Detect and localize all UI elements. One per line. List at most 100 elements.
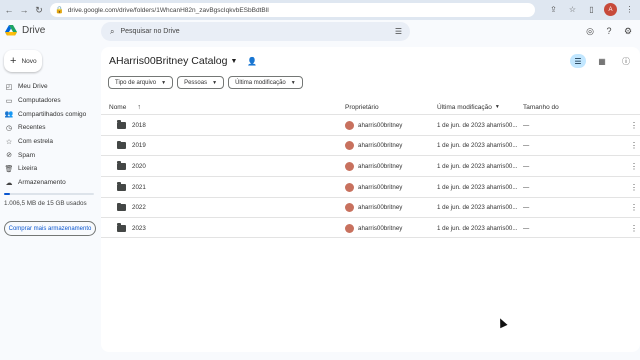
owner-cell: aharris00britney xyxy=(345,177,402,197)
size-cell: — xyxy=(523,162,530,170)
size-cell: — xyxy=(523,142,530,150)
folder-name: 2023 xyxy=(132,224,146,232)
folder-name: 2018 xyxy=(132,121,146,129)
cloud-icon: ☁ xyxy=(5,179,13,187)
column-header-label: Última modificação xyxy=(437,103,492,111)
folder-name: 2019 xyxy=(132,142,146,150)
filter-chip-modified[interactable]: Última modificação ▼ xyxy=(228,76,303,89)
profile-avatar-icon[interactable]: A xyxy=(604,3,617,16)
storage-progress-bar xyxy=(4,193,94,195)
column-header-modified[interactable]: Última modificação ▼ xyxy=(437,100,500,114)
share-folder-icon[interactable]: 👤 xyxy=(247,57,257,66)
column-header-label: Nome xyxy=(109,103,127,111)
sidebar-item-shared[interactable]: 👥 Compartilhados comigo xyxy=(4,107,100,121)
modified-cell: 1 de jun. de 2023 aharris00... xyxy=(437,162,518,170)
forward-icon[interactable]: → xyxy=(18,4,30,16)
owner-cell: aharris00britney xyxy=(345,218,402,238)
folder-title: AHarris00Britney Catalog xyxy=(109,55,228,67)
sidebar-panel-icon[interactable]: ▯ xyxy=(585,3,598,16)
drive-logo-icon xyxy=(5,25,17,36)
table-row[interactable]: 2019 aharris00britney 1 de jun. de 2023 … xyxy=(101,134,640,156)
owner-avatar xyxy=(345,203,354,213)
new-button[interactable]: + Novo xyxy=(4,50,42,72)
table-row[interactable]: 2023 aharris00britney 1 de jun. de 2023 … xyxy=(101,217,640,239)
sort-arrow-up-icon[interactable]: ↑ xyxy=(137,104,141,111)
owner-cell: aharris00britney xyxy=(345,198,402,218)
size-cell: — xyxy=(523,183,530,191)
back-icon[interactable]: ← xyxy=(3,4,15,16)
sidebar-item-starred[interactable]: ☆ Com estrela xyxy=(4,135,100,149)
table-row[interactable]: 2022 aharris00britney 1 de jun. de 2023 … xyxy=(101,196,640,218)
owner-name: aharris00britney xyxy=(358,183,403,191)
folder-icon xyxy=(117,115,126,135)
table-row[interactable]: 2020 aharris00britney 1 de jun. de 2023 … xyxy=(101,155,640,176)
app-top-actions: ◎ ? ⚙ xyxy=(584,25,634,37)
owner-name: aharris00britney xyxy=(358,121,403,129)
table-header: Nome ↑ Proprietário Última modificação ▼… xyxy=(101,100,640,114)
browser-menu-icon[interactable]: ⋮ xyxy=(623,3,636,16)
spam-icon: ⊘ xyxy=(6,152,12,160)
owner-avatar xyxy=(345,182,354,192)
more-actions-icon[interactable]: ⋮ xyxy=(630,115,638,135)
table-row[interactable]: 2021 aharris00britney 1 de jun. de 2023 … xyxy=(101,176,640,197)
shared-icon: 👥 xyxy=(4,111,14,119)
table-row[interactable]: 2018 aharris00britney 1 de jun. de 2023 … xyxy=(101,114,640,135)
more-actions-icon[interactable]: ⋮ xyxy=(630,136,638,156)
reload-icon[interactable]: ↻ xyxy=(33,4,45,16)
settings-gear-icon[interactable]: ⚙ xyxy=(622,25,634,37)
sidebar-item-my-drive[interactable]: ◰ Meu Drive xyxy=(4,80,100,94)
column-header-name[interactable]: Nome ↑ xyxy=(109,100,141,114)
modified-cell: 1 de jun. de 2023 aharris00... xyxy=(437,204,518,212)
sidebar-item-label: Com estrela xyxy=(18,138,54,146)
more-actions-icon[interactable]: ⋮ xyxy=(630,218,638,238)
search-box[interactable]: ⌕ Pesquisar no Drive ☰ xyxy=(101,22,410,41)
sidebar-item-storage[interactable]: ☁ Armazenamento xyxy=(4,176,100,190)
folder-title-button[interactable]: AHarris00Britney Catalog ▼ 👤 xyxy=(109,55,257,67)
buy-storage-button[interactable]: Comprar mais armazenamento xyxy=(4,221,96,236)
grid-view-icon[interactable]: ▦ xyxy=(594,54,610,68)
size-cell: — xyxy=(523,121,530,129)
star-icon: ☆ xyxy=(5,138,13,146)
help-icon[interactable]: ? xyxy=(603,25,615,37)
filter-chip-file-type[interactable]: Tipo de arquivo ▼ xyxy=(108,76,174,89)
search-options-icon[interactable]: ☰ xyxy=(395,27,402,36)
sidebar-item-recent[interactable]: ◷ Recentes xyxy=(4,121,100,135)
star-bookmark-icon[interactable]: ☆ xyxy=(566,3,579,16)
more-actions-icon[interactable]: ⋮ xyxy=(630,198,638,218)
size-cell: — xyxy=(523,224,530,232)
filter-chip-label: Tipo de arquivo xyxy=(115,79,157,86)
offline-status-icon[interactable]: ◎ xyxy=(584,25,596,37)
sidebar-item-computers[interactable]: ▭ Computadores xyxy=(4,94,100,108)
folder-name: 2021 xyxy=(132,183,146,191)
modified-cell: 1 de jun. de 2023 aharris00... xyxy=(437,224,518,232)
share-page-icon[interactable]: ⇪ xyxy=(547,3,560,16)
sidebar-item-label: Computadores xyxy=(18,97,61,105)
sidebar-item-spam[interactable]: ⊘ Spam xyxy=(4,148,100,162)
address-bar[interactable]: 🔒 drive.google.com/drive/folders/1WhcanH… xyxy=(50,3,535,17)
owner-avatar xyxy=(345,223,354,233)
filter-chip-people[interactable]: Pessoas ▼ xyxy=(177,76,225,89)
more-actions-icon[interactable]: ⋮ xyxy=(630,156,638,176)
sidebar-item-label: Compartilhados comigo xyxy=(18,110,87,118)
file-list: 2018 aharris00britney 1 de jun. de 2023 … xyxy=(101,114,640,239)
column-header-size[interactable]: Tamanho do xyxy=(523,100,559,114)
sidebar-nav: ◰ Meu Drive ▭ Computadores 👥 Compartilha… xyxy=(4,80,100,190)
column-header-owner[interactable]: Proprietário xyxy=(345,100,379,114)
sort-down-icon: ▼ xyxy=(494,104,500,110)
sidebar-item-trash[interactable]: 🗑 Lixeira xyxy=(4,162,100,176)
filter-chips: Tipo de arquivo ▼ Pessoas ▼ Última modif… xyxy=(108,76,303,89)
trash-icon: 🗑 xyxy=(4,165,14,173)
sidebar-item-label: Lixeira xyxy=(18,165,38,173)
info-icon[interactable]: ⓘ xyxy=(618,54,634,68)
modified-cell: 1 de jun. de 2023 aharris00... xyxy=(437,121,518,129)
filter-chip-label: Última modificação xyxy=(235,79,286,86)
chevron-down-icon: ▼ xyxy=(290,79,296,86)
modified-cell: 1 de jun. de 2023 aharris00... xyxy=(437,142,518,150)
search-icon[interactable]: ⌕ xyxy=(110,27,114,37)
more-actions-icon[interactable]: ⋮ xyxy=(630,177,638,197)
owner-name: aharris00britney xyxy=(358,142,403,150)
folder-icon xyxy=(117,198,126,218)
list-view-icon[interactable]: ☰ xyxy=(570,54,586,68)
sidebar-item-label: Armazenamento xyxy=(18,179,66,187)
modified-cell: 1 de jun. de 2023 aharris00... xyxy=(437,183,518,191)
